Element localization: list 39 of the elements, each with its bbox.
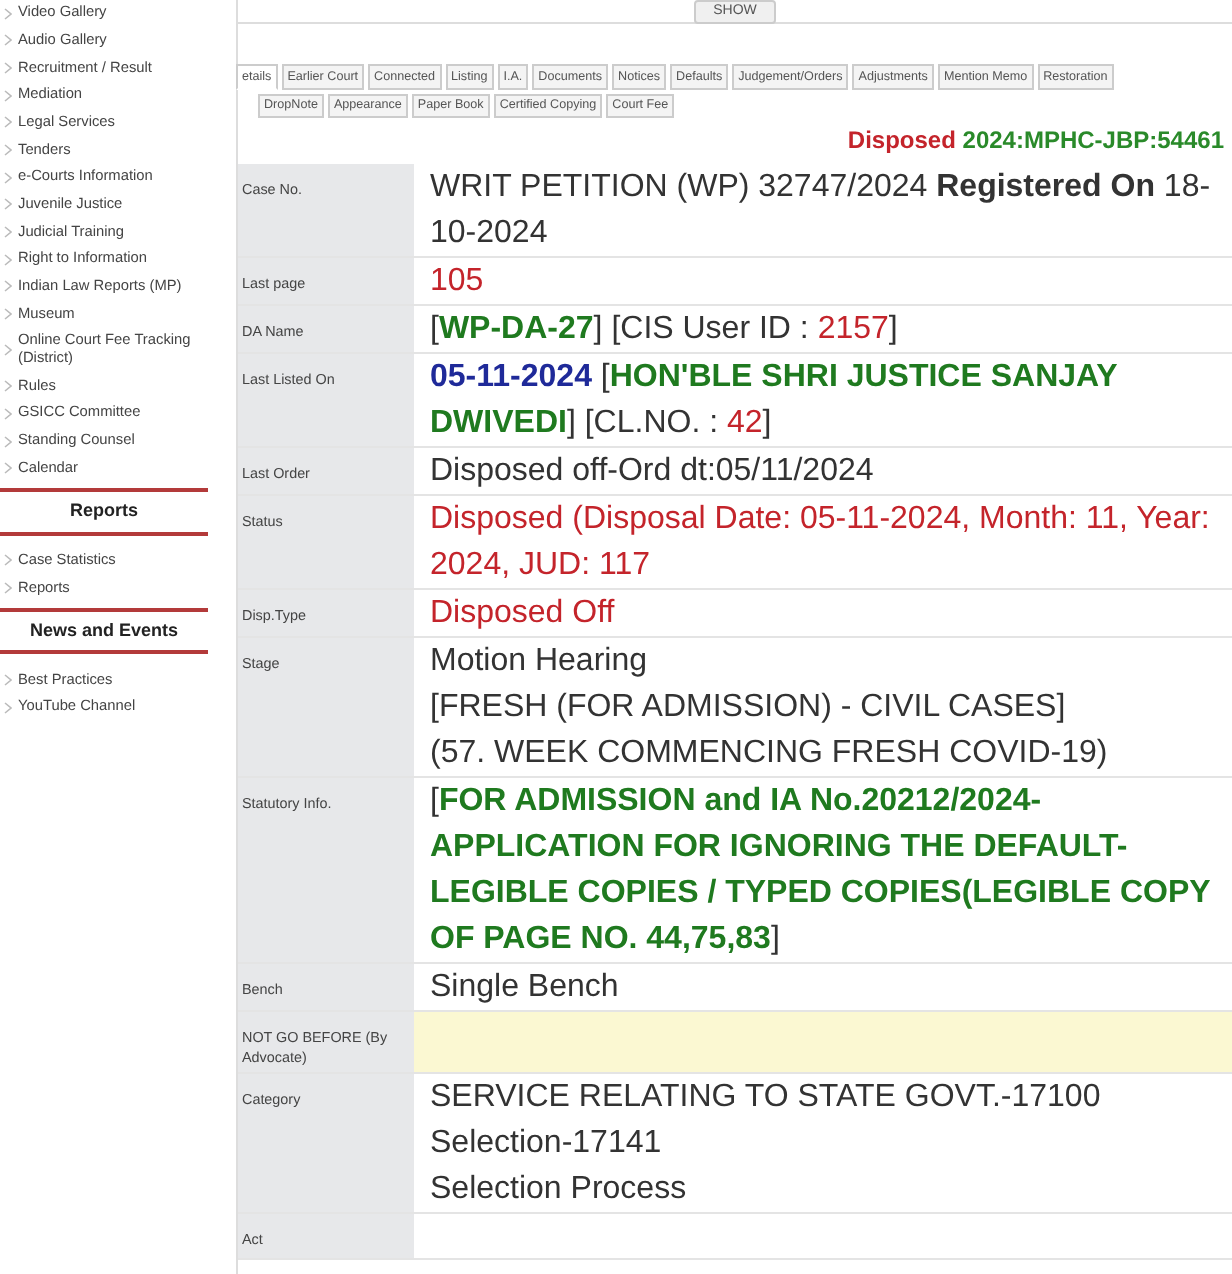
field-value: WRIT PETITION (WP) 32747/2024 Registered On 18-10-2024 <box>430 168 1212 255</box>
chevron-icon <box>4 554 12 567</box>
field-value: Single Bench <box>430 968 621 1009</box>
chevron-icon <box>4 344 12 357</box>
chevron-icon <box>4 701 12 714</box>
field-value: (57. WEEK COMMENCING FRESH COVID-19) <box>430 734 1110 775</box>
chevron-icon <box>4 198 12 211</box>
section-heading: News and Events <box>0 607 208 655</box>
chevron-icon <box>4 34 12 47</box>
chevron-icon <box>4 62 12 75</box>
chevron-icon <box>4 171 12 184</box>
section-heading: Reports <box>0 488 208 536</box>
chevron-icon <box>4 89 12 102</box>
field-value: Disposed off-Ord dt:05/11/2024 <box>430 452 876 493</box>
field-value: Motion Hearing <box>430 642 649 683</box>
chevron-icon <box>4 116 12 129</box>
chevron-icon <box>4 253 12 266</box>
chevron-icon <box>4 674 12 687</box>
field-value: Selection Process <box>430 1169 689 1210</box>
chevron-icon <box>4 582 12 595</box>
field-value: [FOR ADMISSION and IA No.20212/2024-APPLICATION FOR IGNORING THE DEFAULT-LEGIBLE COPIES / TYPED COPIES(LEGIBLE COPY OF PAGE NO. 44,75,83] <box>430 782 1212 961</box>
field-value: [FRESH (FOR ADMISSION) - CIVIL CASES] <box>430 688 1068 729</box>
field-value: 105 <box>430 262 486 303</box>
field-value: SERVICE RELATING TO STATE GOVT.-17100 <box>430 1077 1103 1118</box>
chevron-icon <box>4 226 12 239</box>
field-value: [WP-DA-27] [CIS User ID : 2157] <box>430 310 900 351</box>
field-value: Disposed Off <box>430 594 617 635</box>
chevron-icon <box>4 144 12 157</box>
chevron-icon <box>4 380 12 393</box>
chevron-icon <box>4 462 12 475</box>
field-value: Selection-17141 <box>430 1123 664 1164</box>
chevron-icon <box>4 7 12 20</box>
chevron-icon <box>4 280 12 293</box>
field-value: Disposed (Disposal Date: 05-11-2024, Month: 11, Year: 2024, JUD: 117 <box>430 500 1212 587</box>
field-value: 05-11-2024 [HON'BLE SHRI JUSTICE SANJAY DWIVEDI] [CL.NO. : 42] <box>430 358 1119 445</box>
chevron-icon <box>4 308 12 321</box>
chevron-icon <box>4 407 12 420</box>
case-status-heading: Disposed 2024:MPHC-JBP:54461 <box>845 124 1226 159</box>
chevron-icon <box>4 435 12 448</box>
